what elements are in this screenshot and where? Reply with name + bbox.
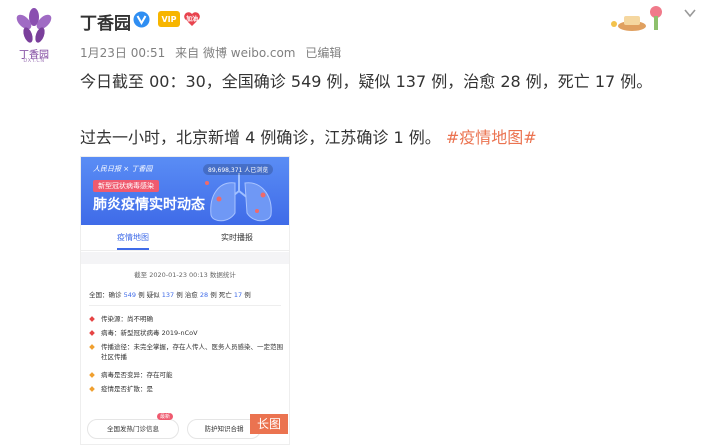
fever-clinic-button: 全国发热门诊信息 bbox=[87, 419, 179, 439]
post-image[interactable]: 人民日报 × 丁香园 89,698,371 人已浏览 新型冠状病毒感染 肺炎疫情… bbox=[80, 156, 290, 445]
stat-s2: 例 治愈 bbox=[176, 291, 198, 299]
vip-badge-icon: VIP bbox=[158, 11, 180, 27]
stat-dead: 17 bbox=[233, 291, 243, 299]
info-item: 病毒是否变异：存在可能 bbox=[89, 370, 285, 380]
banner-logo: 人民日报 × 丁香园 bbox=[93, 165, 153, 173]
image-banner: 人民日报 × 丁香园 89,698,371 人已浏览 新型冠状病毒感染 肺炎疫情… bbox=[81, 157, 289, 225]
banner-subtitle: 新型冠状病毒感染 bbox=[93, 180, 159, 192]
stat-s3: 例 死亡 bbox=[210, 291, 232, 299]
heart-badge-icon: 加油 bbox=[183, 11, 201, 27]
image-tabs: 疫情地图 实时播报 bbox=[81, 225, 289, 251]
user-name[interactable]: 丁香园 bbox=[80, 9, 131, 34]
post-text-line1: 今日截至 00：30，全国确诊 549 例，疑似 137 例，治愈 28 例，死… bbox=[80, 72, 653, 91]
stat-suspected: 137 bbox=[161, 291, 175, 299]
stat-s1: 例 疑似 bbox=[138, 291, 160, 299]
info-item: 疫情是否扩散：是 bbox=[89, 384, 285, 394]
verified-icon bbox=[133, 11, 150, 28]
post-text-line2-body: 过去一小时，北京新增 4 例确诊，江苏确诊 1 例。 bbox=[80, 128, 441, 147]
info-text: 疫情是否扩散：是 bbox=[101, 385, 153, 393]
post-meta: 1月23日 00:51 来自 微博 weibo.com 已编辑 bbox=[80, 44, 347, 61]
post-edited: 已编辑 bbox=[305, 46, 342, 60]
avatar[interactable]: 丁香园 DXY.CN bbox=[10, 8, 58, 64]
tab-live: 实时播报 bbox=[221, 233, 253, 242]
stat-summary: 全国：确诊 549 例 疑似 137 例 治愈 28 例 死亡 17 例 bbox=[89, 289, 251, 299]
decor-sticker-icon bbox=[611, 6, 662, 31]
banner-title: 肺炎疫情实时动态 bbox=[93, 197, 205, 213]
post-source: 来自 微博 weibo.com bbox=[175, 46, 296, 60]
separator-band bbox=[81, 252, 289, 264]
topic-link[interactable]: #疫情地图# bbox=[446, 128, 537, 147]
post-text-line2: 过去一小时，北京新增 4 例确诊，江苏确诊 1 例。 #疫情地图# bbox=[80, 124, 537, 148]
post-time[interactable]: 1月23日 00:51 bbox=[80, 46, 165, 60]
info-text: 病毒是否变异：存在可能 bbox=[101, 371, 173, 379]
avatar-brand-sub: DXY.CN bbox=[23, 58, 45, 64]
stat-date: 截至 2020-01-23 00:13 数据统计 bbox=[134, 271, 236, 279]
flower-logo-icon bbox=[16, 8, 52, 43]
info-item: 传播途径：未完全掌握，存在人传人、医务人员感染、一定范围社区传播 bbox=[89, 342, 285, 362]
info-item: 传染源：尚不明确 bbox=[89, 314, 285, 324]
lungs-illustration-icon bbox=[205, 173, 272, 222]
tab-map: 疫情地图 bbox=[81, 225, 185, 250]
stat-cured: 28 bbox=[199, 291, 209, 299]
divider bbox=[89, 305, 281, 306]
new-tag: 最新 bbox=[157, 413, 174, 420]
info-text: 传播途径：未完全掌握，存在人传人、医务人员感染、一定范围社区传播 bbox=[101, 343, 283, 361]
long-image-tag: 长图 bbox=[250, 414, 288, 434]
view-count: 89,698,371 人已浏览 bbox=[203, 164, 274, 175]
badges: VIP 加油 bbox=[158, 10, 201, 28]
info-text: 传染源：尚不明确 bbox=[101, 315, 153, 323]
stat-prefix: 全国：确诊 bbox=[89, 291, 122, 299]
chevron-down-icon[interactable] bbox=[684, 8, 696, 18]
info-item: 病毒：新型冠状病毒 2019-nCoV bbox=[89, 328, 285, 338]
heart-badge-label: 加油 bbox=[185, 16, 198, 23]
info-text: 病毒：新型冠状病毒 2019-nCoV bbox=[101, 329, 198, 337]
stat-confirmed: 549 bbox=[123, 291, 136, 299]
stat-s4: 例 bbox=[244, 291, 251, 299]
